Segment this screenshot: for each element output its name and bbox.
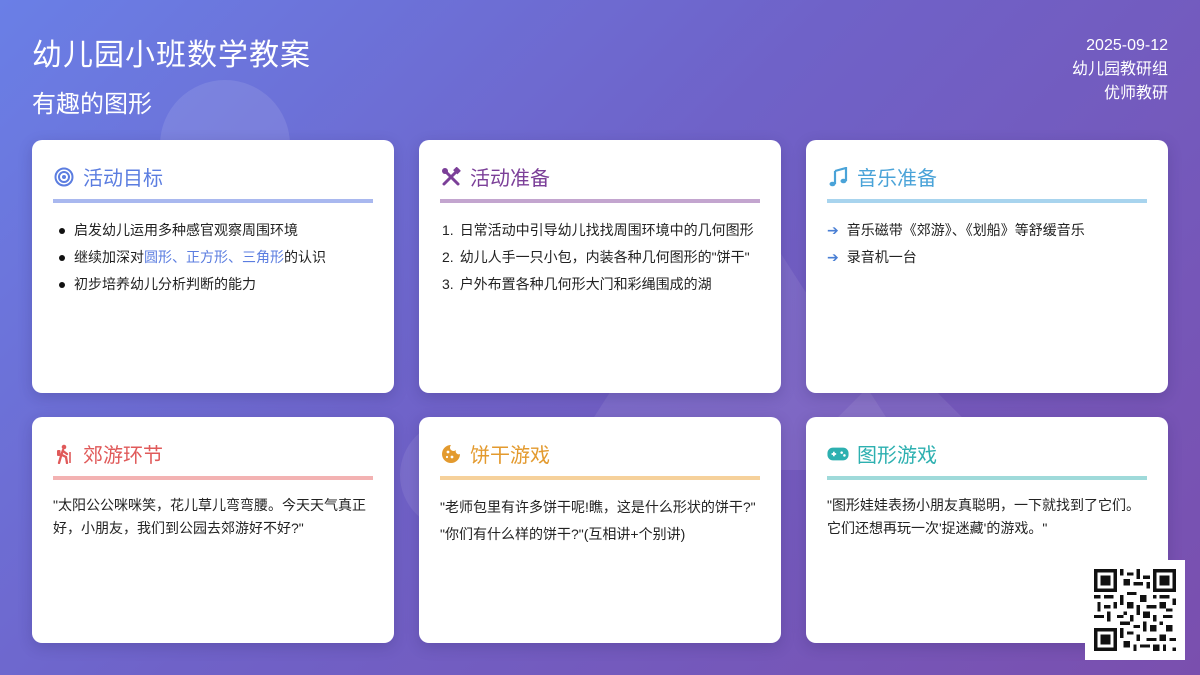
page-subtitle: 有趣的图形	[32, 91, 152, 118]
card-header: 饼干游戏	[440, 439, 760, 480]
item-text: 音乐磁带《郊游》、《划船》等舒缓音乐	[846, 222, 1085, 238]
card-body: "太阳公公咪咪笑，花儿草儿弯弯腰。今天天气真正好，小朋友，我们到公园去郊游好不好…	[53, 497, 366, 536]
card-header: 郊游环节	[53, 439, 373, 480]
arrow-right-icon: ➔	[827, 249, 839, 265]
card-header: 活动准备	[440, 162, 760, 203]
item-text: 日常活动中引导幼儿找找周围环境中的几何图形	[459, 222, 754, 238]
card-title: 活动准备	[470, 168, 550, 190]
list-item: 启发幼儿运用多种感官观察周围环境	[59, 217, 373, 244]
card-activity-goals: 活动目标 启发幼儿运用多种感官观察周围环境 继续加深对圆形、正方形、三角形的认识…	[32, 140, 394, 393]
item-number: 1.	[442, 222, 454, 238]
cookie-icon	[440, 443, 462, 465]
item-text: 户外布置各种几何形大门和彩绳围成的湖	[459, 276, 712, 292]
list-item: 3. 户外布置各种几何形大门和彩绳围成的湖	[442, 271, 760, 298]
card-outing: 郊游环节 "太阳公公咪咪笑，花儿草儿弯弯腰。今天天气真正好，小朋友，我们到公园去…	[32, 417, 394, 643]
page-meta: 2025-09-12 幼儿园教研组 优师教研	[1072, 34, 1168, 106]
list-item: 继续加深对圆形、正方形、三角形的认识	[59, 244, 373, 271]
item-text: 的认识	[284, 249, 326, 265]
card-header: 活动目标	[53, 162, 373, 203]
item-text: 幼儿人手一只小包，内装各种几何图形的"饼干"	[459, 249, 750, 265]
card-title: 活动目标	[83, 168, 163, 190]
tools-icon	[440, 166, 462, 188]
card-header: 图形游戏	[827, 439, 1147, 480]
card-body: "图形娃娃表扬小朋友真聪明，一下就找到了它们。它们还想再玩一次'捉迷藏'的游戏。…	[827, 497, 1140, 536]
card-biscuit-game: 饼干游戏 "老师包里有许多饼干呢!瞧，这是什么形状的饼干?" "你们有什么样的饼…	[419, 417, 781, 643]
page-title: 幼儿园小班数学教案	[32, 39, 311, 72]
card-title: 图形游戏	[857, 445, 937, 467]
target-icon	[53, 166, 75, 188]
org-label: 幼儿园教研组	[1071, 61, 1168, 78]
list-item: ➔ 音乐磁带《郊游》、《划船》等舒缓音乐	[827, 217, 1147, 244]
qr-code-icon	[1085, 560, 1185, 660]
music-note-icon	[827, 166, 849, 188]
author-label: 优师教研	[1103, 85, 1168, 102]
item-text: 继续加深对	[74, 249, 144, 265]
card-body: "老师包里有许多饼干呢!瞧，这是什么形状的饼干?" "你们有什么样的饼干?"(互…	[440, 494, 760, 548]
arrow-right-icon: ➔	[827, 222, 839, 238]
hiking-icon	[53, 443, 75, 465]
card-body: 1. 日常活动中引导幼儿找找周围环境中的几何图形 2. 幼儿人手一只小包，内装各种几…	[440, 217, 760, 298]
card-title: 音乐准备	[857, 168, 937, 190]
card-header: 音乐准备	[827, 162, 1147, 203]
list-item: ➔ 录音机一台	[827, 244, 1147, 271]
item-text: 录音机一台	[846, 249, 917, 265]
date-label: 2025-09-12	[1086, 37, 1168, 54]
list-item: 1. 日常活动中引导幼儿找找周围环境中的几何图形	[442, 217, 760, 244]
dialogue-line: "老师包里有许多饼干呢!瞧，这是什么形状的饼干?"	[440, 499, 756, 515]
list-item: 2. 幼儿人手一只小包，内装各种几何图形的"饼干"	[442, 244, 760, 271]
card-body: 启发幼儿运用多种感官观察周围环境 继续加深对圆形、正方形、三角形的认识 初步培养…	[53, 217, 373, 298]
card-title: 郊游环节	[83, 445, 163, 467]
card-body: ➔ 音乐磁带《郊游》、《划船》等舒缓音乐 ➔ 录音机一台	[827, 217, 1147, 271]
card-music-prep: 音乐准备 ➔ 音乐磁带《郊游》、《划船》等舒缓音乐 ➔ 录音机一台	[806, 140, 1168, 393]
highlighted-shapes: 圆形、正方形、三角形	[144, 249, 284, 265]
item-number: 3.	[442, 276, 454, 292]
list-item: 初步培养幼儿分析判断的能力	[59, 271, 373, 298]
card-activity-prep: 活动准备 1. 日常活动中引导幼儿找找周围环境中的几何图形 2. 幼儿人手一只小包，…	[419, 140, 781, 393]
card-title: 饼干游戏	[470, 445, 550, 467]
gamepad-icon	[827, 443, 849, 465]
dialogue-line: "你们有什么样的饼干?"(互相讲+个别讲)	[440, 526, 686, 542]
page-header: 幼儿园小班数学教案 有趣的图形	[32, 30, 311, 119]
item-number: 2.	[442, 249, 454, 265]
